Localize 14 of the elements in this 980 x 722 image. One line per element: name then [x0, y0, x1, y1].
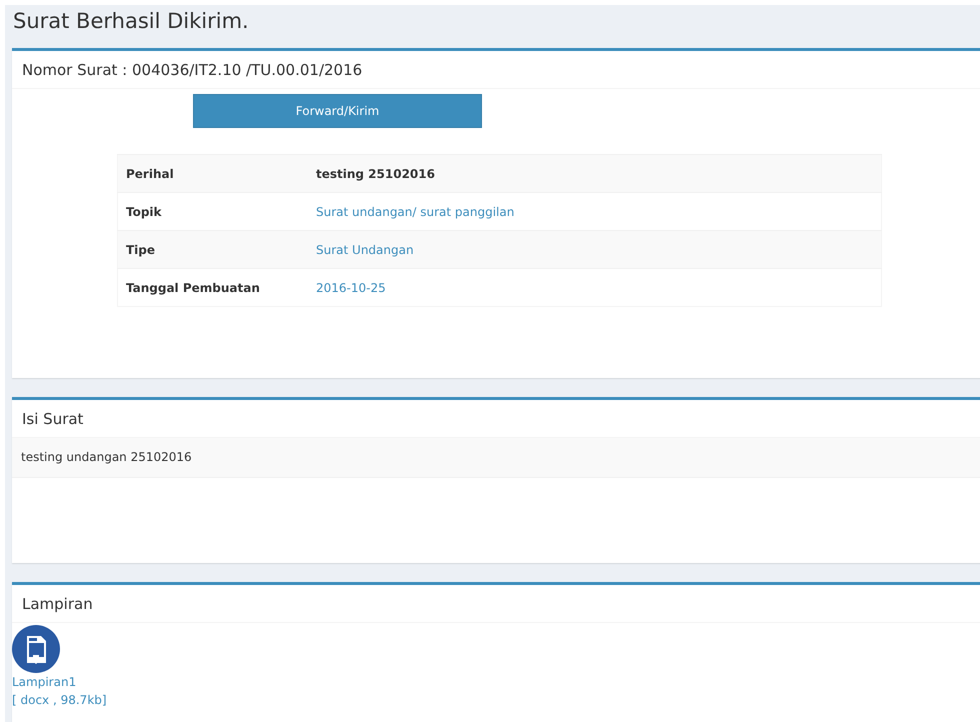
attachment-link[interactable]: Lampiran1 [12, 673, 76, 691]
table-cell: Perihal [118, 154, 308, 192]
letter-body: testing undangan 25102016 [12, 438, 980, 478]
panel-title: Lampiran [12, 585, 980, 623]
page-title: Surat Berhasil Dikirim. [12, 8, 250, 35]
attachment-info: [ docx , 98.7kb] [12, 692, 107, 709]
table-cell[interactable]: 2016-10-25 [308, 268, 882, 306]
table-cell: testing 25102016 [308, 154, 882, 192]
document-download-icon[interactable] [12, 625, 60, 673]
panel-title: Nomor Surat : 004036/IT2.10 /TU.00.01/2016 [12, 51, 980, 89]
forward-button[interactable]: Forward/Kirim [193, 94, 482, 128]
table-cell: Tanggal Pembuatan [118, 268, 308, 306]
table-cell: Tipe [118, 230, 308, 268]
table-cell[interactable]: Surat Undangan [308, 230, 882, 268]
